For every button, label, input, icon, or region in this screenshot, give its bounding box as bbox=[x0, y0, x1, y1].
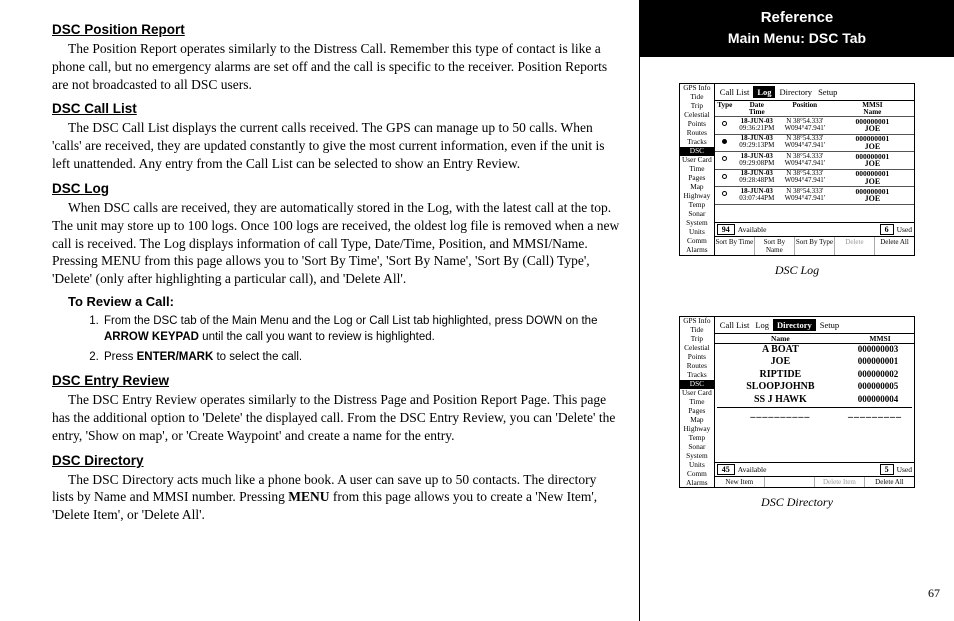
log-row: 18-JUN-0309:29:08PMN 38°54.333'W094°47.9… bbox=[715, 152, 914, 170]
heading-call-list: DSC Call List bbox=[52, 101, 621, 116]
status-bar: 94Available 6Used bbox=[715, 222, 914, 236]
steps-review-call: From the DSC tab of the Main Menu and th… bbox=[102, 313, 621, 365]
figure-dsc-log: GPS InfoTideTripCelestialPointsRoutesTra… bbox=[640, 83, 954, 278]
para-call-list: The DSC Call List displays the current c… bbox=[52, 119, 621, 172]
para-position-report: The Position Report operates similarly t… bbox=[52, 40, 621, 93]
log-row: 18-JUN-0309:36:21PMN 38°54.333'W094°47.9… bbox=[715, 117, 914, 135]
caption-dsc-directory: DSC Directory bbox=[761, 495, 833, 510]
step-2: Press ENTER/MARK to select the call. bbox=[102, 349, 621, 365]
page-number: 67 bbox=[928, 586, 940, 601]
gps-sidebar: GPS InfoTideTripCelestialPointsRoutesTra… bbox=[680, 84, 715, 255]
heading-directory: DSC Directory bbox=[52, 453, 621, 468]
heading-dsc-log: DSC Log bbox=[52, 181, 621, 196]
header-reference: Reference bbox=[640, 9, 954, 26]
gps-tabs: Call ListLogDirectorySetup bbox=[715, 84, 914, 100]
directory-row: SLOOPJOHNB000000005 bbox=[715, 381, 914, 394]
para-directory: The DSC Directory acts much like a phone… bbox=[52, 471, 621, 524]
gps-log-screen: GPS InfoTideTripCelestialPointsRoutesTra… bbox=[679, 83, 915, 256]
directory-row: JOE000000001 bbox=[715, 356, 914, 369]
step-1: From the DSC tab of the Main Menu and th… bbox=[102, 313, 621, 345]
status-bar: 45Available 5Used bbox=[715, 462, 914, 476]
log-row: 18-JUN-0309:28:48PMN 38°54.333'W094°47.9… bbox=[715, 170, 914, 188]
dir-header-row: Name MMSI bbox=[715, 333, 914, 344]
directory-row: SS J HAWK000000004 bbox=[715, 394, 914, 407]
heading-position-report: DSC Position Report bbox=[52, 22, 621, 37]
header-subtitle: Main Menu: DSC Tab bbox=[640, 30, 954, 46]
directory-row: RIPTIDE000000002 bbox=[715, 369, 914, 382]
figure-dsc-directory: GPS InfoTideTripCelestialPointsRoutesTra… bbox=[640, 316, 954, 511]
side-column: Reference Main Menu: DSC Tab GPS InfoTid… bbox=[640, 0, 954, 621]
page-header: Reference Main Menu: DSC Tab bbox=[640, 0, 954, 57]
bottom-bar: New ItemDelete ItemDelete All bbox=[715, 476, 914, 487]
log-header-row: Type DateTime Position MMSIName bbox=[715, 101, 914, 117]
para-dsc-log: When DSC calls are received, they are au… bbox=[52, 199, 621, 288]
log-row: 18-JUN-0309:29:13PMN 38°54.333'W094°47.9… bbox=[715, 135, 914, 153]
para-entry-review: The DSC Entry Review operates similarly … bbox=[52, 391, 621, 444]
gps-directory-screen: GPS InfoTideTripCelestialPointsRoutesTra… bbox=[679, 316, 915, 489]
main-content: DSC Position Report The Position Report … bbox=[0, 0, 640, 621]
empty-entry-row: __________ _________ bbox=[715, 408, 914, 419]
caption-dsc-log: DSC Log bbox=[775, 263, 819, 278]
directory-row: A BOAT000000003 bbox=[715, 344, 914, 357]
subhead-review-call: To Review a Call: bbox=[68, 294, 621, 309]
log-row: 18-JUN-0303:07:44PMN 38°54.333'W094°47.9… bbox=[715, 187, 914, 205]
gps-sidebar: GPS InfoTideTripCelestialPointsRoutesTra… bbox=[680, 317, 715, 488]
heading-entry-review: DSC Entry Review bbox=[52, 373, 621, 388]
gps-tabs: Call ListLogDirectorySetup bbox=[715, 317, 914, 333]
bottom-bar: Sort By TimeSort By NameSort By TypeDele… bbox=[715, 236, 914, 255]
